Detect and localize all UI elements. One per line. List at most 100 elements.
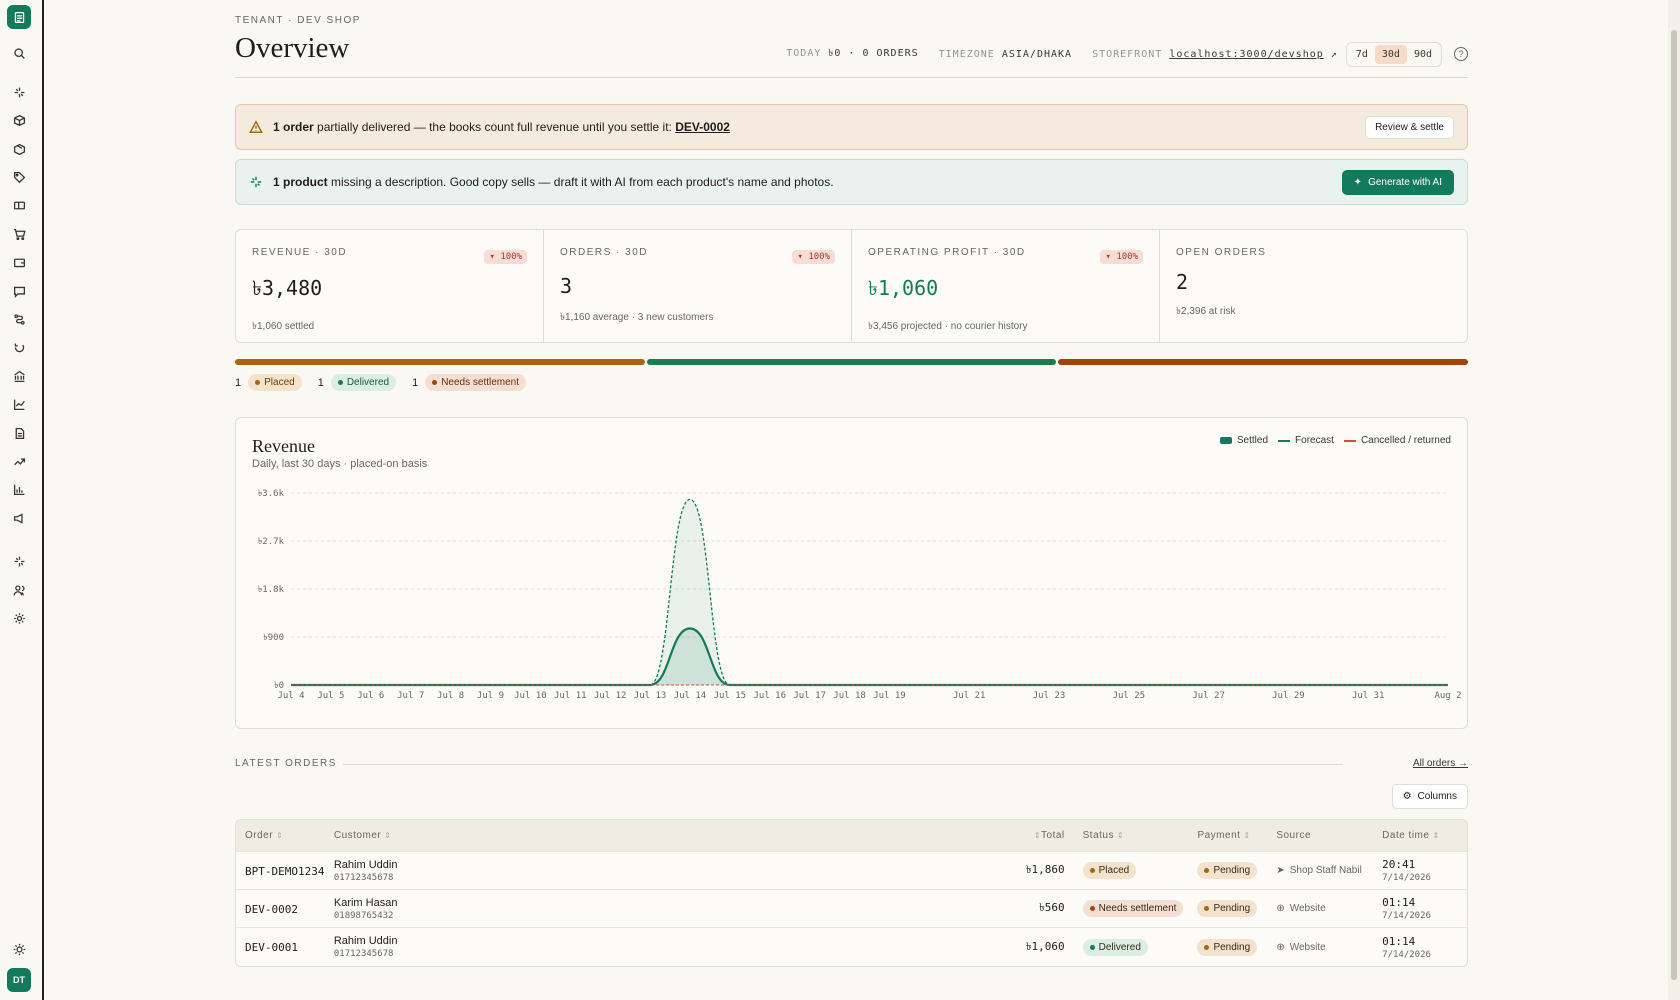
status-segment-placed[interactable] [235, 359, 645, 365]
x-tick-label: Jul 14 [674, 691, 707, 701]
box-icon[interactable] [10, 111, 28, 129]
status-pill-delivered[interactable]: 1 Delivered [318, 374, 397, 391]
kpi-revenue[interactable]: REVENUE · 30D ▾ 100% ৳3,480 ৳1,060 settl… [236, 230, 544, 342]
kpi-open-orders[interactable]: OPEN ORDERS 2 ৳2,396 at risk [1160, 230, 1467, 342]
status-segment-settlement[interactable] [1058, 359, 1469, 365]
kpi-operating-profit[interactable]: OPERATING PROFIT · 30D ▾ 100% ৳1,060 ৳3,… [852, 230, 1160, 342]
status-pill-needs-settlement[interactable]: 1 Needs settlement [412, 374, 527, 391]
x-tick-label: Jul 4 [277, 691, 304, 701]
bank-icon[interactable] [10, 367, 28, 385]
trend-icon[interactable] [10, 452, 28, 470]
avatar[interactable]: DT [7, 968, 31, 992]
status-pill-placed[interactable]: 1 Placed [235, 374, 302, 391]
message-icon[interactable] [10, 282, 28, 300]
sparkle-icon: ✦ [1353, 176, 1363, 188]
all-orders-link[interactable]: All orders → [1413, 758, 1468, 769]
table-row[interactable]: DEV-0001 Rahim Uddin 01712345678 ৳1,060 Deli… [236, 928, 1467, 966]
search-icon[interactable] [10, 44, 28, 62]
generate-ai-button[interactable]: ✦ Generate with AI [1341, 169, 1454, 195]
sparkle-icon[interactable] [10, 83, 28, 101]
kpi-orders[interactable]: ORDERS · 30D ▾ 100% 3 ৳1,160 average · 3… [544, 230, 852, 342]
header-meta: TODAY ৳0 · 0 ORDERS TIMEZONE ASIA/DHAKA … [786, 41, 1468, 67]
header-status[interactable]: Status ⇕ [1075, 830, 1198, 841]
header-customer[interactable]: Customer ⇕ [334, 830, 983, 841]
header-payment[interactable]: Payment ⇕ [1197, 830, 1276, 841]
revenue-chart[interactable]: ৳0 ৳900 ৳1.8k ৳2.7k ৳3.6k Jul 4 Jul 5 Jul 6 Jul … [236, 418, 1469, 730]
report-icon[interactable] [10, 424, 28, 442]
globe-icon: ⊕ [1276, 903, 1285, 914]
x-tick-label: Jul 12 [594, 691, 627, 701]
section-divider [343, 764, 1343, 765]
header-total[interactable]: ⇕Total [983, 830, 1075, 841]
order-time: 01:14 [1382, 934, 1416, 948]
ai-icon[interactable] [10, 552, 28, 570]
alert-ai-bold: 1 product [273, 175, 328, 189]
gear-icon[interactable] [10, 609, 28, 627]
package-icon[interactable] [10, 140, 28, 158]
status-label: Delivered [346, 377, 390, 388]
ticket-icon[interactable] [10, 196, 28, 214]
wallet-icon[interactable] [10, 253, 28, 271]
order-source: ➤ Shop Staff Nabil [1276, 865, 1382, 876]
y-tick-label: ৳3.6k [258, 489, 285, 499]
x-tick-label: Jul 31 [1352, 691, 1385, 701]
x-tick-label: Jul 18 [833, 691, 866, 701]
x-tick-label: Jul 16 [754, 691, 787, 701]
route-icon[interactable] [10, 310, 28, 328]
header-datetime[interactable]: Date time ⇕ [1382, 830, 1467, 841]
forecast-area [291, 499, 1448, 685]
order-date: 7/14/2026 [1382, 911, 1431, 921]
bar-chart-icon[interactable] [10, 480, 28, 498]
table-row[interactable]: BPT-DEMO1234 Rahim Uddin 01712345678 ৳1,860… [236, 852, 1467, 890]
range-30d[interactable]: 30d [1374, 44, 1407, 64]
status-dot [1089, 944, 1095, 950]
external-link-icon[interactable]: ↗ [1331, 49, 1338, 60]
sort-icon: ⇕ [1432, 831, 1440, 840]
status-label: Placed [1098, 865, 1130, 876]
return-icon[interactable] [10, 338, 28, 356]
x-tick-label: Jul 21 [953, 691, 986, 701]
table-header: Order ⇕ Customer ⇕ ⇕Total Status ⇕ Payment ⇕… [236, 820, 1467, 852]
users-icon[interactable] [10, 581, 28, 599]
y-tick-label: ৳2.7k [258, 537, 285, 547]
kpi-sub: ৳1,160 average · 3 new customers [560, 312, 714, 323]
range-90d[interactable]: 90d [1407, 45, 1439, 64]
revenue-chart-card: Revenue Daily, last 30 days · placed-on … [235, 417, 1468, 729]
sort-icon: ⇕ [276, 831, 284, 840]
sun-icon[interactable] [10, 940, 28, 958]
help-icon[interactable]: ? [1454, 47, 1468, 61]
storefront-link[interactable]: localhost:3000/devshop [1169, 49, 1323, 60]
header-order[interactable]: Order ⇕ [236, 830, 334, 841]
chart-icon[interactable] [10, 395, 28, 413]
kpi-value: 2 [1176, 270, 1189, 294]
payment-label: Pending [1213, 903, 1251, 914]
order-total: ৳1,860 [1026, 863, 1065, 876]
timezone-label: TIMEZONE [938, 48, 995, 60]
cart-icon[interactable] [10, 225, 28, 243]
scrollbar-thumb[interactable] [1671, 30, 1677, 980]
status-dot [432, 380, 438, 385]
latest-orders-heading: LATEST ORDERS [235, 758, 337, 769]
order-id[interactable]: BPT-DEMO1234 [245, 865, 324, 878]
range-7d[interactable]: 7d [1349, 45, 1375, 64]
columns-button[interactable]: ⚙ Columns [1391, 784, 1468, 809]
status-segment-delivered[interactable] [646, 359, 1057, 365]
order-id[interactable]: DEV-0001 [245, 941, 298, 954]
tag-icon[interactable] [10, 168, 28, 186]
header-label: Source [1276, 830, 1312, 841]
scrollbar[interactable] [1668, 0, 1680, 1000]
page-title: Overview [235, 32, 350, 64]
status-label: Needs settlement [441, 377, 520, 388]
order-time: 01:14 [1382, 896, 1416, 909]
review-settle-button[interactable]: Review & settle [1365, 115, 1454, 139]
order-id[interactable]: DEV-0002 [245, 903, 298, 916]
customer-phone: 01712345678 [333, 949, 394, 959]
table-row[interactable]: DEV-0002 Karim Hasan 01898765432 ৳560 Needs … [236, 890, 1467, 928]
timezone-meta: TIMEZONE ASIA/DHAKA [939, 49, 1072, 60]
app-logo-icon[interactable] [7, 5, 31, 29]
order-link-dev-0002[interactable]: DEV-0002 [675, 120, 730, 134]
kpi-change-badge: ▾ 100% [1100, 250, 1143, 264]
megaphone-icon[interactable] [10, 509, 28, 527]
today-label: TODAY [786, 47, 822, 59]
status-dot [1204, 906, 1210, 911]
